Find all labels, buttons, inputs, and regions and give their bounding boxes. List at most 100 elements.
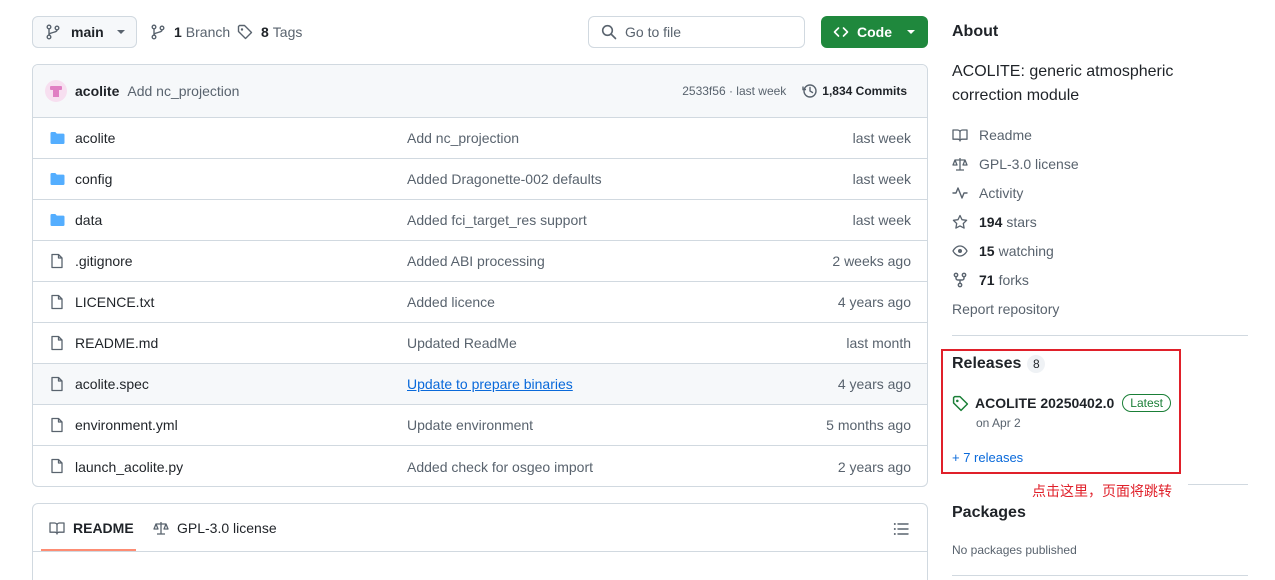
file-name[interactable]: environment.yml	[75, 417, 178, 433]
file-name[interactable]: README.md	[75, 335, 158, 351]
file-row[interactable]: LICENCE.txt Added licence 4 years ago	[33, 282, 927, 323]
list-unordered-icon	[893, 523, 909, 535]
file-icon	[51, 335, 63, 351]
git-branch-icon	[151, 24, 165, 40]
branch-name: main	[71, 24, 104, 40]
book-icon	[952, 129, 968, 142]
caret-down-icon	[907, 30, 915, 34]
file-commit-message[interactable]: Updated ReadMe	[407, 335, 517, 351]
packages-heading[interactable]: Packages	[952, 504, 1026, 522]
file-icon	[51, 458, 63, 474]
stars-link[interactable]: 194 stars	[952, 214, 1037, 230]
code-button[interactable]: Code	[821, 16, 928, 48]
law-icon	[153, 522, 169, 535]
file-icon	[51, 376, 63, 392]
tab-license-label: GPL-3.0 license	[177, 520, 277, 536]
file-name[interactable]: LICENCE.txt	[75, 294, 154, 310]
tags-link[interactable]: 8 Tags	[237, 24, 302, 40]
file-commit-message[interactable]: Added Dragonette-002 defaults	[407, 171, 602, 187]
search-icon	[601, 24, 617, 40]
commit-message[interactable]: Add nc_projection	[127, 83, 239, 99]
forks-count: 71	[979, 272, 995, 288]
user-avatar-icon	[50, 86, 62, 97]
file-date: last week	[852, 212, 911, 228]
eye-icon	[952, 245, 968, 257]
go-to-file-input[interactable]: Go to file	[588, 16, 805, 48]
file-commit-message[interactable]: Update environment	[407, 417, 533, 433]
file-commit-message[interactable]: Add nc_projection	[407, 130, 519, 146]
file-date: last month	[846, 335, 911, 351]
no-packages-text: No packages published	[952, 543, 1077, 557]
file-date: 2 years ago	[837, 458, 911, 475]
file-row[interactable]: acolite.spec Update to prepare binaries 4 …	[33, 364, 927, 405]
file-commit-message[interactable]: Added ABI processing	[407, 253, 545, 269]
file-icon	[51, 417, 63, 433]
commit-hash-time[interactable]: 2533f56 · last week	[682, 84, 786, 98]
sidebar-divider	[952, 335, 1248, 336]
file-date: last week	[852, 171, 911, 187]
file-name[interactable]: acolite.spec	[75, 376, 149, 392]
readme-link[interactable]: Readme	[952, 127, 1032, 143]
commits-history-link[interactable]: 1,834 Commits	[802, 83, 907, 99]
file-icon	[51, 253, 63, 269]
sidebar-divider	[952, 575, 1248, 576]
highlight-box	[941, 349, 1181, 474]
readme-link-label: Readme	[979, 127, 1032, 143]
report-repository-link[interactable]: Report repository	[952, 301, 1059, 317]
folder-icon	[50, 214, 65, 226]
file-date: 5 months ago	[826, 417, 911, 433]
folder-icon	[50, 173, 65, 185]
annotation-note: 点击这里，页面将跳转	[1032, 484, 1172, 500]
watching-count: 15	[979, 243, 995, 259]
tab-readme-label: README	[73, 520, 134, 536]
repo-forked-icon	[953, 272, 967, 288]
law-icon	[952, 158, 968, 171]
watchers-link[interactable]: 15 watching	[952, 243, 1054, 259]
star-icon	[952, 214, 968, 229]
caret-down-icon	[116, 30, 125, 34]
file-row[interactable]: config Added Dragonette-002 defaults last …	[33, 159, 927, 200]
file-row[interactable]: .gitignore Added ABI processing 2 weeks ag…	[33, 241, 927, 282]
tag-icon	[237, 24, 253, 40]
history-icon	[802, 84, 817, 98]
outline-button[interactable]	[893, 521, 909, 537]
tab-readme[interactable]: README	[49, 520, 134, 536]
branch-selector-button[interactable]: main	[32, 16, 137, 48]
tab-license[interactable]: GPL-3.0 license	[153, 520, 277, 536]
file-icon	[51, 294, 63, 310]
file-commit-message[interactable]: Added check for osgeo import	[407, 459, 593, 475]
git-branch-icon	[46, 24, 60, 40]
file-commit-message[interactable]: Added fci_target_res support	[407, 212, 587, 228]
file-name[interactable]: launch_acolite.py	[75, 459, 183, 475]
file-name[interactable]: .gitignore	[75, 253, 133, 269]
file-name[interactable]: data	[75, 212, 102, 228]
tags-label: Tags	[272, 24, 303, 40]
forks-label: forks	[998, 272, 1029, 288]
about-heading: About	[952, 23, 999, 40]
license-link[interactable]: GPL-3.0 license	[952, 156, 1079, 172]
branches-link[interactable]: 1 Branch	[150, 24, 230, 40]
avatar[interactable]	[45, 80, 67, 102]
pulse-icon	[952, 187, 968, 199]
file-row[interactable]: launch_acolite.py Added check for osgeo i…	[33, 446, 927, 486]
file-commit-message[interactable]: Added licence	[407, 294, 495, 310]
file-date: 4 years ago	[837, 294, 911, 310]
file-name[interactable]: config	[75, 171, 112, 187]
file-listing: acolite Add nc_projection 2533f56 · last…	[32, 64, 928, 487]
file-row[interactable]: README.md Updated ReadMe last month	[33, 323, 927, 364]
code-icon	[833, 27, 849, 37]
forks-link[interactable]: 71 forks	[952, 272, 1029, 288]
commits-count: 1,834 Commits	[822, 84, 907, 98]
activity-link[interactable]: Activity	[952, 185, 1023, 201]
branches-label: Branch	[185, 24, 231, 40]
file-row[interactable]: environment.yml Update environment 5 month…	[33, 405, 927, 446]
license-link-label: GPL-3.0 license	[979, 156, 1079, 172]
file-name[interactable]: acolite	[75, 130, 115, 146]
watching-label: watching	[998, 243, 1054, 259]
readme-panel: README GPL-3.0 license	[32, 503, 928, 580]
file-row[interactable]: acolite Add nc_projection last week	[33, 118, 927, 159]
commit-author[interactable]: acolite	[75, 83, 119, 99]
file-row[interactable]: data Added fci_target_res support last wee…	[33, 200, 927, 241]
file-commit-message[interactable]: Update to prepare binaries	[407, 376, 573, 392]
file-date: 2 weeks ago	[832, 253, 911, 269]
